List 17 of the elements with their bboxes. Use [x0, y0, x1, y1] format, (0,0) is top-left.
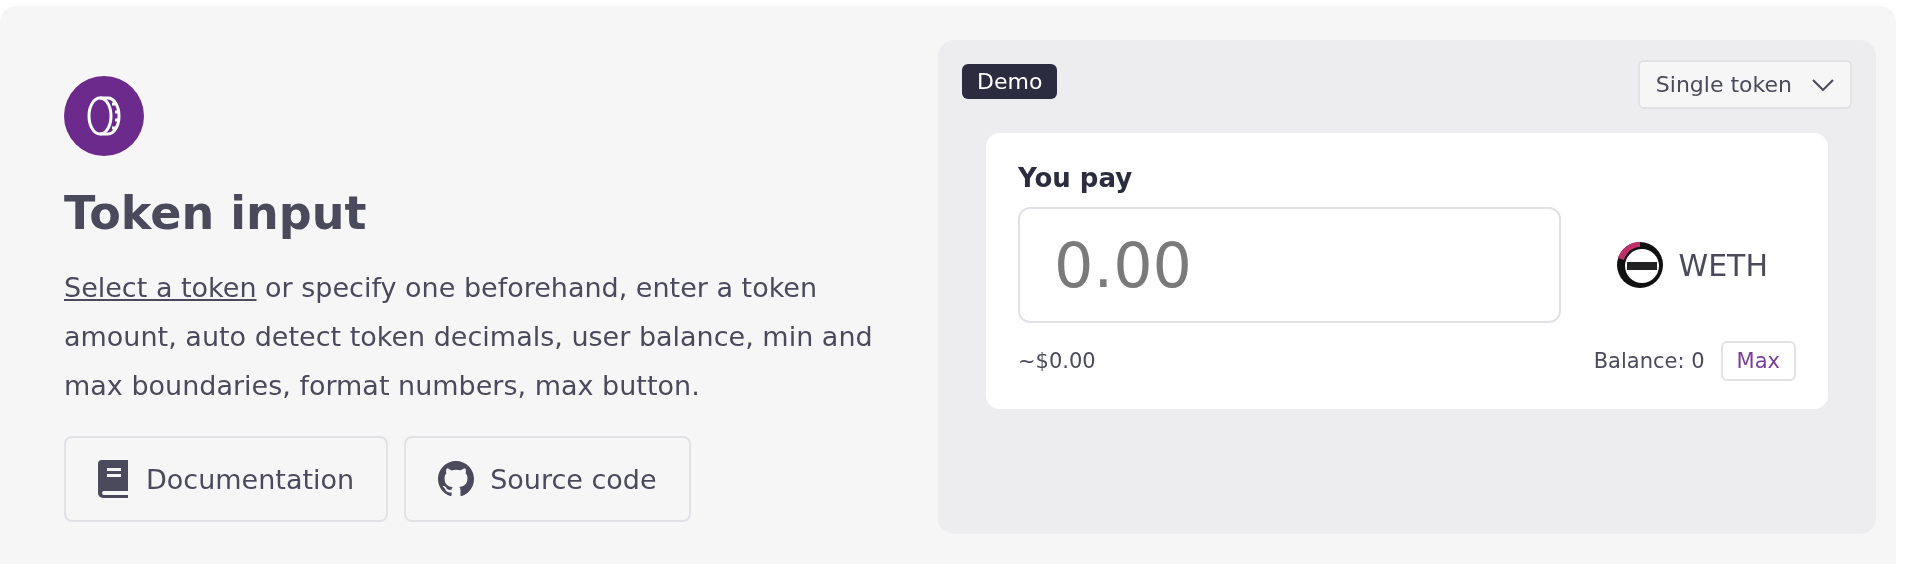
usd-value: ~$0.00: [1018, 349, 1096, 373]
mode-dropdown[interactable]: Single token: [1637, 60, 1852, 109]
github-icon: [438, 461, 475, 498]
chevron-down-icon: [1812, 78, 1834, 91]
documentation-button[interactable]: Documentation: [64, 436, 389, 523]
token-logo-icon: [1616, 241, 1665, 289]
source-code-button[interactable]: Source code: [404, 436, 691, 523]
token-symbol: WETH: [1678, 247, 1768, 283]
amount-input[interactable]: 0.00: [1018, 207, 1561, 323]
balance-text: Balance: 0: [1593, 349, 1705, 373]
description: Select a token or specify one beforehand, enter a token amount, auto detect token decimals, user balance, min and max boundaries, format numbers, max button.: [64, 271, 874, 404]
select-token-link[interactable]: Select a token: [64, 272, 257, 304]
max-button[interactable]: Max: [1720, 341, 1796, 381]
field-label: You pay: [1018, 163, 1134, 193]
book-icon: [98, 460, 130, 499]
page-title: Token input: [64, 186, 368, 242]
demo-badge: Demo: [962, 64, 1058, 99]
